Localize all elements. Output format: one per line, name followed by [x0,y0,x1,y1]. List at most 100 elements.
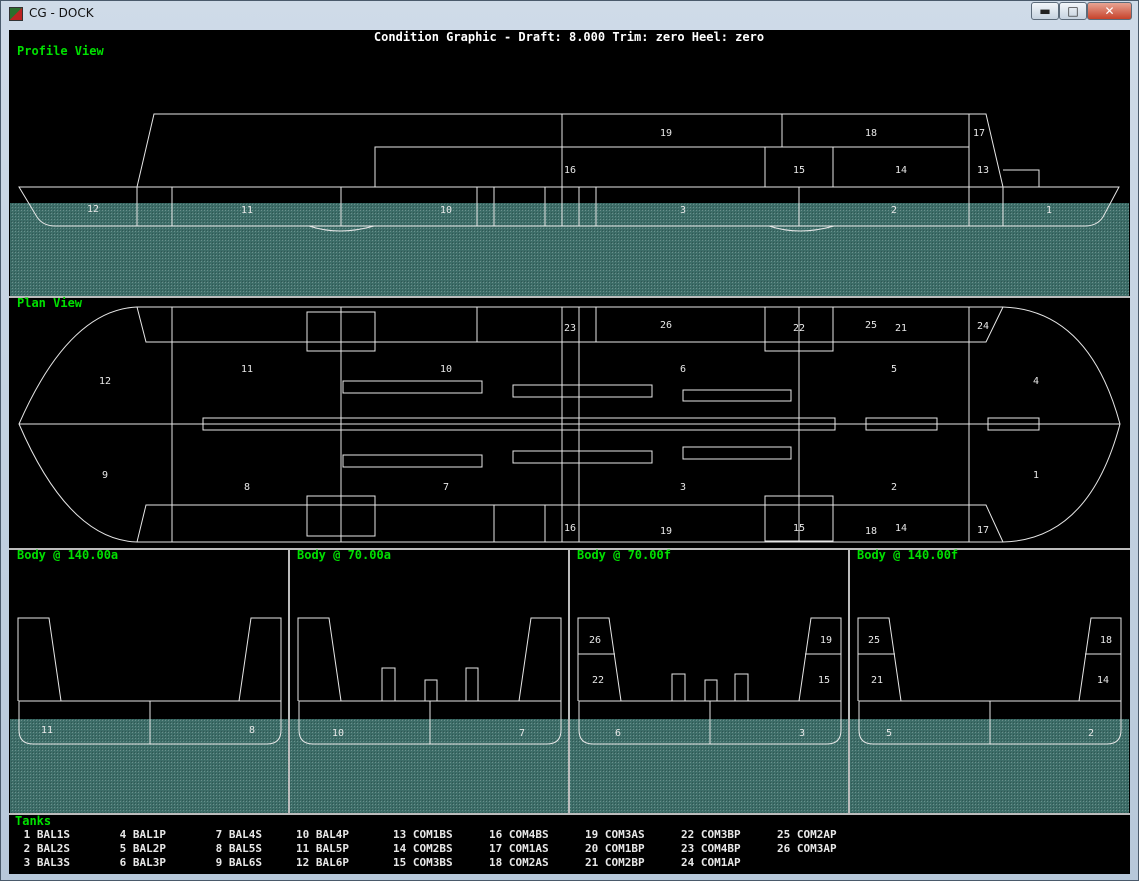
tank-legend-item: 21 COM2BP [585,856,645,869]
tank-legend-item: 10 BAL4P [296,828,349,841]
profile-tank-2: 2 [891,205,897,216]
plan-tank-25: 25 [865,320,877,331]
body-section-3: Body @ 70.00f 26 22 6 19 15 3 [570,548,848,813]
maximize-button[interactable]: □ [1059,2,1087,20]
plan-tank-15: 15 [793,523,805,534]
tank-legend-item: 7 BAL4S [209,828,262,841]
plan-tank-2: 2 [891,482,897,493]
condition-header: Condition Graphic - Draft: 8.000 Trim: z… [374,30,764,44]
body-1-label: Body @ 140.00a [17,548,118,562]
plan-tank-19: 19 [660,526,672,537]
tank-legend-item: 11 BAL5P [296,842,349,855]
tank-legend-item: 19 COM3AS [585,828,645,841]
tank-legend-item: 17 COM1AS [489,842,549,855]
tank-legend-item: 12 BAL6P [296,856,349,869]
plan-view: Plan View 23 26 22 25 21 24 12 11 10 6 5… [17,296,1121,543]
profile-tank-13: 13 [977,165,989,176]
plan-tank-12: 12 [99,376,111,387]
plan-tank-14: 14 [895,523,907,534]
app-icon [9,7,23,21]
tank-legend-item: 18 COM2AS [489,856,549,869]
profile-tank-14: 14 [895,165,907,176]
tank-legend: Tanks 1 BAL1S 2 BAL2S 3 BAL3S 4 BAL1P 5 … [15,814,837,869]
tank-legend-item: 23 COM4BP [681,842,741,855]
body-3-tank-26: 26 [589,635,601,646]
profile-tank-18: 18 [865,128,877,139]
body-3-label: Body @ 70.00f [577,548,671,562]
plan-tank-1: 1 [1033,470,1039,481]
tanks-legend-title: Tanks [15,814,51,828]
plan-tank-10: 10 [440,364,452,375]
plan-tank-8: 8 [244,482,250,493]
profile-tank-12: 12 [87,204,99,215]
plan-tank-26: 26 [660,320,672,331]
app-window: CG - DOCK ▬ □ ✕ Condition Graphic - Draf… [0,0,1139,881]
body-2-label: Body @ 70.00a [297,548,391,562]
body-3-tank-15: 15 [818,675,830,686]
body-4-label: Body @ 140.00f [857,548,958,562]
profile-mid-deck [374,146,969,187]
tank-legend-item: 26 COM3AP [777,842,837,855]
tank-legend-item: 9 BAL6S [209,856,262,869]
body-3-water [570,719,848,813]
profile-view: Profile View 19 18 17 16 15 14 13 12 11 … [10,44,1129,296]
body-section-4: Body @ 140.00f 25 21 5 18 14 2 [850,548,1129,813]
tank-legend-item: 1 BAL1S [17,828,70,841]
plan-tank-7: 7 [443,482,449,493]
tank-legend-item: 4 BAL1P [113,828,166,841]
profile-tank-16: 16 [564,165,576,176]
window-title: CG - DOCK [29,6,94,20]
body-4-tank-25: 25 [868,635,880,646]
tank-legend-item: 2 BAL2S [17,842,70,855]
profile-tank-19: 19 [660,128,672,139]
plan-tank-24: 24 [977,321,989,332]
plan-tank-17: 17 [977,525,989,536]
profile-tank-11: 11 [241,205,253,216]
profile-water [10,203,1129,296]
profile-tank-10: 10 [440,205,452,216]
profile-tank-17: 17 [973,128,985,139]
tank-legend-item: 3 BAL3S [17,856,70,869]
body-3-tank-3: 3 [799,728,805,739]
plan-tank-4: 4 [1033,376,1039,387]
plan-tank-23: 23 [564,323,576,334]
body-section-2: Body @ 70.00a 10 7 [290,548,568,813]
title-bar[interactable]: CG - DOCK ▬ □ ✕ [1,1,1138,27]
profile-upper-deck [136,113,1004,188]
profile-tank-1: 1 [1046,205,1052,216]
tank-legend-item: 14 COM2BS [393,842,453,855]
body-4-tank-5: 5 [886,728,892,739]
body-2-tank-10: 10 [332,728,344,739]
tank-legend-item: 20 COM1BP [585,842,645,855]
body-3-tank-22: 22 [592,675,604,686]
tank-legend-item: 5 BAL2P [113,842,166,855]
plan-tank-11: 11 [241,364,253,375]
tank-legend-item: 16 COM4BS [489,828,549,841]
profile-view-label: Profile View [17,44,104,58]
minimize-button[interactable]: ▬ [1031,2,1059,20]
body-1-tank-8: 8 [249,725,255,736]
plan-view-label: Plan View [17,296,83,310]
profile-tank-15: 15 [793,165,805,176]
body-2-tank-7: 7 [519,728,525,739]
body-4-tank-14: 14 [1097,675,1109,686]
body-section-1: Body @ 140.00a 11 8 [10,548,288,813]
close-button[interactable]: ✕ [1087,2,1132,20]
tank-legend-item: 15 COM3BS [393,856,453,869]
tank-legend-item: 22 COM3BP [681,828,741,841]
tank-legend-item: 25 COM2AP [777,828,837,841]
plan-tank-9: 9 [102,470,108,481]
profile-superstructure-dividers [561,114,1040,187]
plan-tank-6: 6 [680,364,686,375]
body-4-tank-2: 2 [1088,728,1094,739]
body-1-tank-11: 11 [41,725,53,736]
tank-legend-item: 24 COM1AP [681,856,741,869]
plan-tank-3: 3 [680,482,686,493]
condition-graphic-canvas: Condition Graphic - Draft: 8.000 Trim: z… [9,30,1130,874]
ship-drawing: Condition Graphic - Draft: 8.000 Trim: z… [9,30,1130,869]
plan-tank-21: 21 [895,323,907,334]
tank-legend-item: 8 BAL5S [209,842,262,855]
body-4-tank-18: 18 [1100,635,1112,646]
tank-legend-item: 6 BAL3P [113,856,166,869]
plan-tank-16: 16 [564,523,576,534]
